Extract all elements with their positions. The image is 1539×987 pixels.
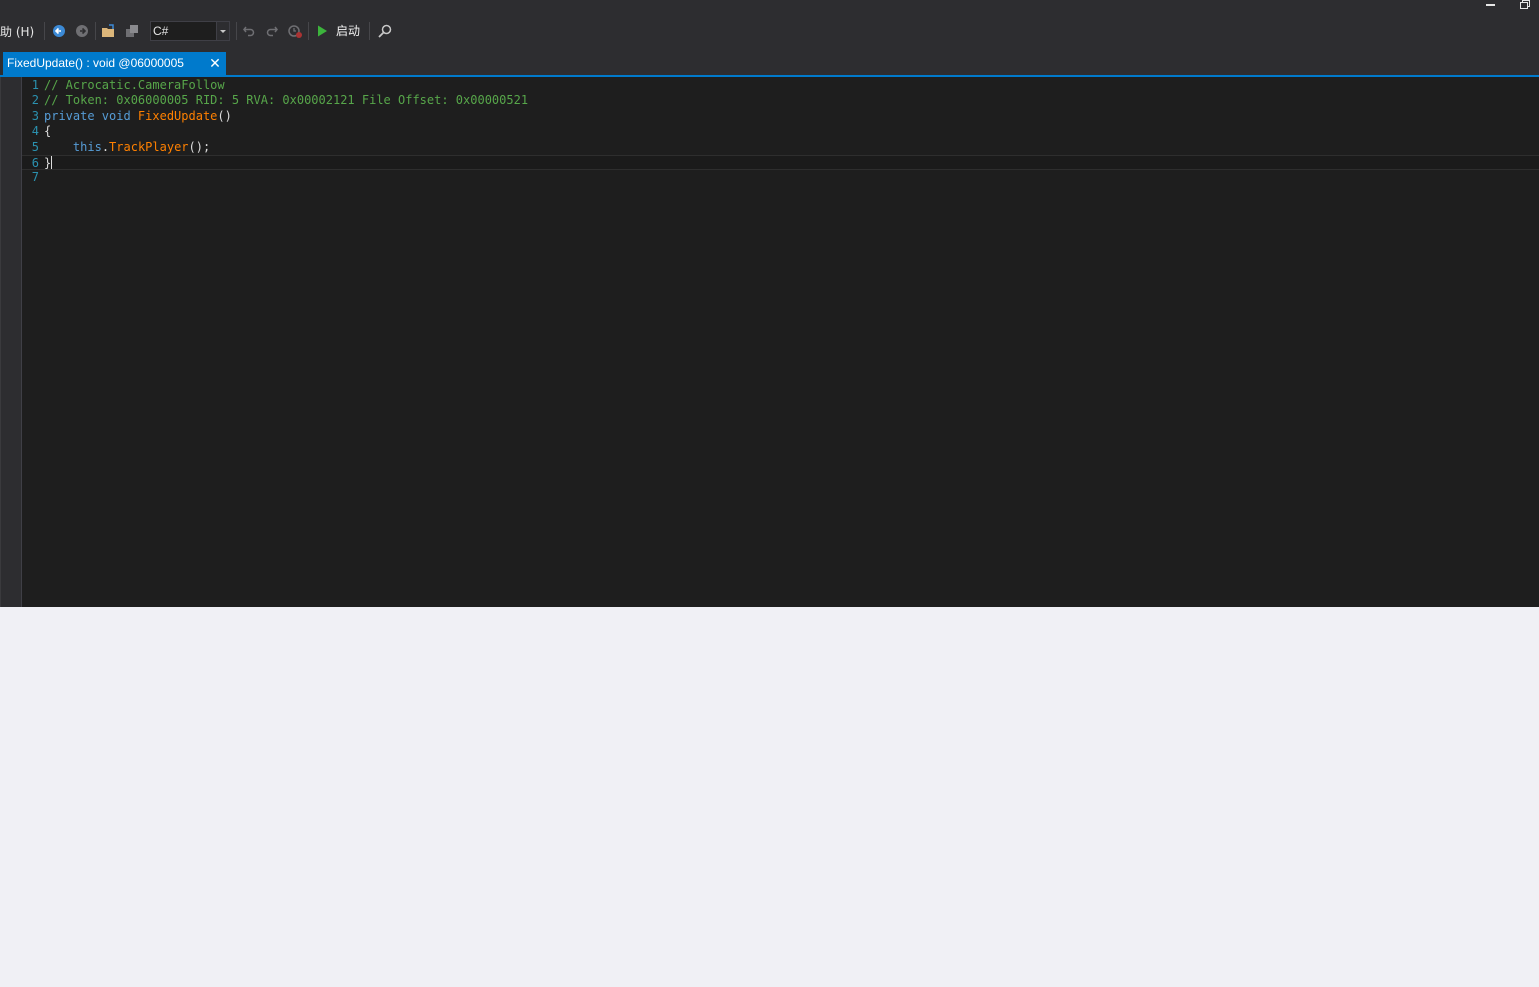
code-token: // Acrocatic.CameraFollow [44,78,225,92]
line-number: 3 [31,108,39,123]
editor-margin [0,77,22,607]
toolbar-separator [95,22,96,40]
menu-help[interactable]: 助 (H) [0,20,36,42]
toolbar-separator [44,22,45,40]
search-icon[interactable] [376,20,394,42]
code-text: // Token: 0x06000005 RID: 5 RVA: 0x00002… [44,93,528,108]
code-line[interactable]: 5 this.TrackPlayer(); [22,140,1539,155]
code-token: FixedUpdate [137,108,218,123]
language-select[interactable]: C# [150,21,230,41]
code-text: this.TrackPlayer(); [44,140,210,155]
back-icon[interactable] [50,20,68,42]
language-select-value: C# [153,24,169,38]
app-window: 助 (H) C# 启动 FixedUpdate(): void @060000… [0,0,1539,607]
toolbar-separator [236,22,237,40]
code-text: { [44,124,51,139]
text-caret [51,156,53,169]
toolbar-separator [369,22,370,40]
code-editor[interactable]: 1 // Acrocatic.CameraFollow 2 // Token: 0x0… [0,77,1539,607]
undo-icon[interactable] [240,20,258,42]
code-text: } [44,156,53,171]
code-line[interactable]: 6} [22,155,1539,170]
code-line[interactable]: 3 private void FixedUpdate() [22,109,1539,124]
redo-icon[interactable] [263,20,281,42]
code-token: { [44,124,52,139]
open-list-icon[interactable] [123,20,141,42]
open-file-icon[interactable] [100,20,118,42]
tab-fixedupdate[interactable]: FixedUpdate() : void @06000005 ✕ [3,52,226,75]
code-text: // Acrocatic.CameraFollow [44,78,225,93]
code-line[interactable]: 7 [22,170,1539,185]
play-icon[interactable] [313,20,331,42]
toolbar: 助 (H) C# 启动 [0,18,1539,44]
code-token: (); [188,139,211,154]
code-token: . [101,139,110,154]
line-number: 4 [31,124,39,139]
line-number: 7 [31,170,39,185]
code-token: TrackPlayer [109,139,189,154]
close-icon[interactable]: ✕ [209,52,221,75]
line-number: 2 [31,93,39,108]
document-tab-strip: FixedUpdate() : void @06000005 ✕ [0,52,1539,75]
code-line[interactable]: 1 // Acrocatic.CameraFollow [22,78,1539,93]
toolbar-separator [308,22,309,40]
line-number: 6 [31,156,39,170]
chevron-down-icon[interactable] [216,22,229,40]
code-token: // Token: 0x06000005 RID: 5 RVA: 0x00002… [44,93,529,108]
code-token: } [44,156,52,170]
tab-title: FixedUpdate() : void @06000005 [7,56,184,70]
history-icon[interactable] [286,20,304,42]
code-line[interactable]: 2 // Token: 0x06000005 RID: 5 RVA: 0x0000… [22,93,1539,108]
code-token: private void [44,108,138,123]
code-line[interactable]: 4{ [22,124,1539,139]
run-button-label[interactable]: 启动 [336,22,360,39]
line-number: 1 [31,78,39,92]
forward-icon[interactable] [73,20,91,42]
restore-icon[interactable] [1518,0,1532,10]
code-token: this [72,139,102,154]
minimize-icon[interactable] [1484,0,1498,10]
code-text: private void FixedUpdate() [44,109,232,124]
code-token: () [217,108,232,123]
line-number: 5 [31,139,39,154]
